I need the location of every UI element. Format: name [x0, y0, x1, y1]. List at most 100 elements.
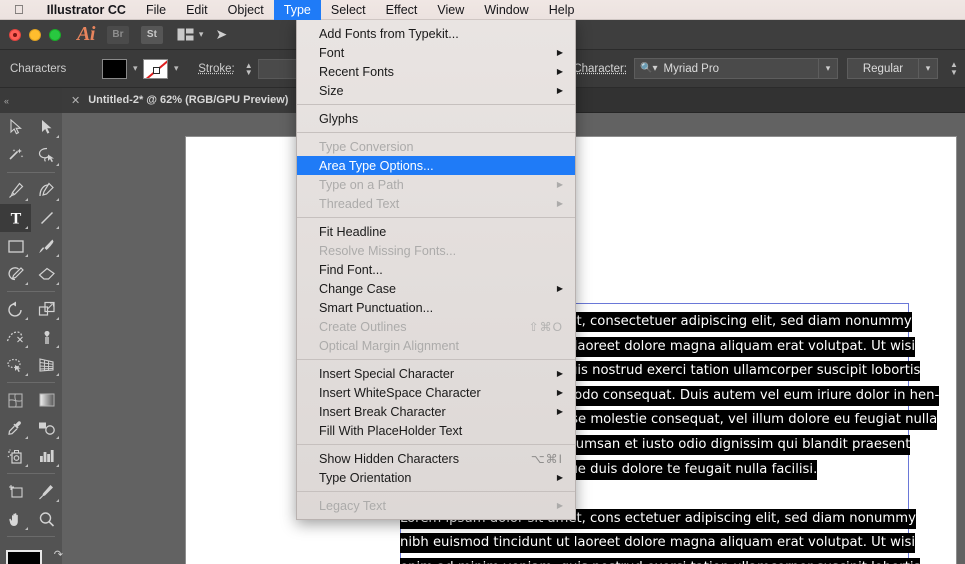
type-menu-dropdown[interactable]: Add Fonts from Typekit... Font ▶ Recent Fon… — [296, 20, 576, 520]
menu-item-size[interactable]: Size ▶ — [297, 81, 575, 100]
collapse-panel-icon[interactable]: « — [4, 96, 9, 106]
stroke-dropdown-chevron-icon[interactable]: ▾ — [168, 63, 184, 74]
document-tab[interactable]: ✕ Untitled-2* @ 62% (RGB/GPU Preview) — [62, 87, 304, 113]
menubar-item-window[interactable]: Window — [474, 0, 538, 20]
menubar-item-type[interactable]: Type — [273, 0, 321, 20]
font-family-input[interactable]: 🔍▾ Myriad Pro — [634, 58, 819, 79]
menu-item-insert-special-character[interactable]: Insert Special Character ▶ — [297, 364, 575, 383]
menu-item-legacy-text: Legacy Text ▶ — [297, 496, 575, 515]
eraser-tool[interactable] — [31, 260, 62, 288]
apple-icon[interactable]:  — [0, 3, 37, 16]
maximize-window-button[interactable] — [49, 28, 61, 41]
font-style-value[interactable]: Regular — [847, 58, 919, 79]
shaper-tool[interactable] — [0, 260, 31, 288]
menubar-item-illustrator-cc[interactable]: Illustrator CC — [37, 0, 136, 20]
tool-group-corner-icon — [25, 282, 28, 285]
menubar-item-file[interactable]: File — [136, 0, 176, 20]
swap-fill-stroke-icon[interactable]: ↷ — [54, 548, 63, 561]
minimize-window-button[interactable] — [29, 28, 41, 41]
menubar-item-view[interactable]: View — [427, 0, 474, 20]
font-size-stepper[interactable]: ▲ ▼ — [947, 60, 961, 77]
menubar-item-object[interactable]: Object — [218, 0, 274, 20]
stroke-weight-stepper[interactable]: ▲ ▼ — [243, 61, 255, 76]
curvature-tool[interactable] — [31, 176, 62, 204]
gradient-tool[interactable] — [31, 386, 62, 414]
blend-tool[interactable] — [31, 414, 62, 442]
free-transform-tool[interactable] — [31, 323, 62, 351]
artboard-tool[interactable] — [0, 477, 31, 505]
submenu-arrow-icon: ▶ — [556, 387, 563, 397]
zoom-tool[interactable] — [31, 505, 62, 533]
shape-builder-tool[interactable] — [0, 351, 31, 379]
menubar-item-select[interactable]: Select — [321, 0, 376, 20]
width-tool[interactable] — [0, 323, 31, 351]
rectangle-tool[interactable] — [0, 232, 31, 260]
paintbrush-tool[interactable] — [31, 232, 62, 260]
svg-text:T: T — [10, 211, 21, 227]
symbol-sprayer-tool[interactable] — [0, 442, 31, 470]
tool-divider — [7, 172, 55, 173]
stroke-swatch[interactable] — [143, 58, 169, 79]
magic-wand-tool[interactable] — [0, 141, 31, 169]
menu-item-type-orientation[interactable]: Type Orientation ▶ — [297, 468, 575, 487]
menu-item-label: Show Hidden Characters — [319, 451, 460, 466]
lasso-tool[interactable] — [31, 141, 62, 169]
menu-item-label: Add Fonts from Typekit... — [319, 26, 459, 41]
menu-item-font[interactable]: Font ▶ — [297, 43, 575, 62]
menu-item-smart-punctuation[interactable]: Smart Punctuation... — [297, 298, 575, 317]
fill-dropdown-chevron-icon[interactable]: ▾ — [127, 63, 143, 74]
character-label[interactable]: Character: — [573, 63, 627, 75]
type-tool[interactable]: T — [0, 204, 31, 232]
tool-group-corner-icon — [56, 226, 59, 229]
column-graph-tool[interactable] — [31, 442, 62, 470]
menu-item-find-font[interactable]: Find Font... — [297, 260, 575, 279]
menu-item-label: Area Type Options... — [319, 158, 434, 173]
menu-separator — [297, 217, 575, 218]
hand-tool[interactable] — [0, 505, 31, 533]
menubar-item-help[interactable]: Help — [539, 0, 585, 20]
menubar-item-effect[interactable]: Effect — [376, 0, 428, 20]
perspective-grid-tool[interactable] — [31, 351, 62, 379]
rotate-tool[interactable] — [0, 295, 31, 323]
menubar-item-edit[interactable]: Edit — [176, 0, 218, 20]
direct-selection-tool[interactable] — [31, 113, 62, 141]
menu-item-insert-break-character[interactable]: Insert Break Character ▶ — [297, 402, 575, 421]
menu-item-area-type-options[interactable]: Area Type Options... — [297, 156, 575, 175]
font-family-value: Myriad Pro — [663, 62, 720, 75]
menu-item-add-fonts-from-typekit[interactable]: Add Fonts from Typekit... — [297, 24, 575, 43]
slice-tool[interactable] — [31, 477, 62, 505]
menu-separator — [297, 104, 575, 105]
pen-tool[interactable] — [0, 176, 31, 204]
font-family-dropdown-button[interactable]: ▾ — [819, 58, 838, 79]
arrange-documents-button[interactable]: ▾ — [177, 28, 203, 41]
menu-item-insert-whitespace-character[interactable]: Insert WhiteSpace Character ▶ — [297, 383, 575, 402]
font-style-dropdown-button[interactable]: ▾ — [919, 58, 938, 79]
stroke-weight-label[interactable]: Stroke: — [198, 63, 234, 75]
selection-tool[interactable] — [0, 113, 31, 141]
eyedropper-tool[interactable] — [0, 414, 31, 442]
stock-button[interactable]: St — [140, 25, 163, 44]
menu-item-recent-fonts[interactable]: Recent Fonts ▶ — [297, 62, 575, 81]
menu-item-label: Type on a Path — [319, 177, 404, 192]
scale-tool[interactable] — [31, 295, 62, 323]
menu-item-show-hidden-characters[interactable]: Show Hidden Characters ⌥⌘I — [297, 449, 575, 468]
fill-swatch[interactable] — [102, 58, 128, 79]
menu-item-change-case[interactable]: Change Case ▶ — [297, 279, 575, 298]
panel-collapse-strip[interactable]: « — [0, 88, 62, 113]
menu-item-fit-headline[interactable]: Fit Headline — [297, 222, 575, 241]
line-segment-tool[interactable] — [31, 204, 62, 232]
close-window-button[interactable] — [9, 28, 21, 41]
fill-color-well[interactable] — [6, 550, 42, 564]
text-line-content: enim ad minim veniam, quis nostrud exerc… — [400, 557, 921, 564]
menu-item-optical-margin-alignment: Optical Margin Alignment — [297, 336, 575, 355]
menu-item-fill-with-placeholder-text[interactable]: Fill With PlaceHolder Text — [297, 421, 575, 440]
mesh-tool[interactable] — [0, 386, 31, 414]
share-paper-plane-icon[interactable]: ➤ — [215, 26, 227, 43]
menu-item-label: Fit Headline — [319, 224, 387, 239]
menu-item-label: Insert WhiteSpace Character — [319, 385, 481, 400]
menu-separator — [297, 359, 575, 360]
menu-item-resolve-missing-fonts: Resolve Missing Fonts... — [297, 241, 575, 260]
menu-item-glyphs[interactable]: Glyphs — [297, 109, 575, 128]
close-icon[interactable]: ✕ — [71, 94, 80, 107]
bridge-button[interactable]: Br — [106, 25, 129, 44]
